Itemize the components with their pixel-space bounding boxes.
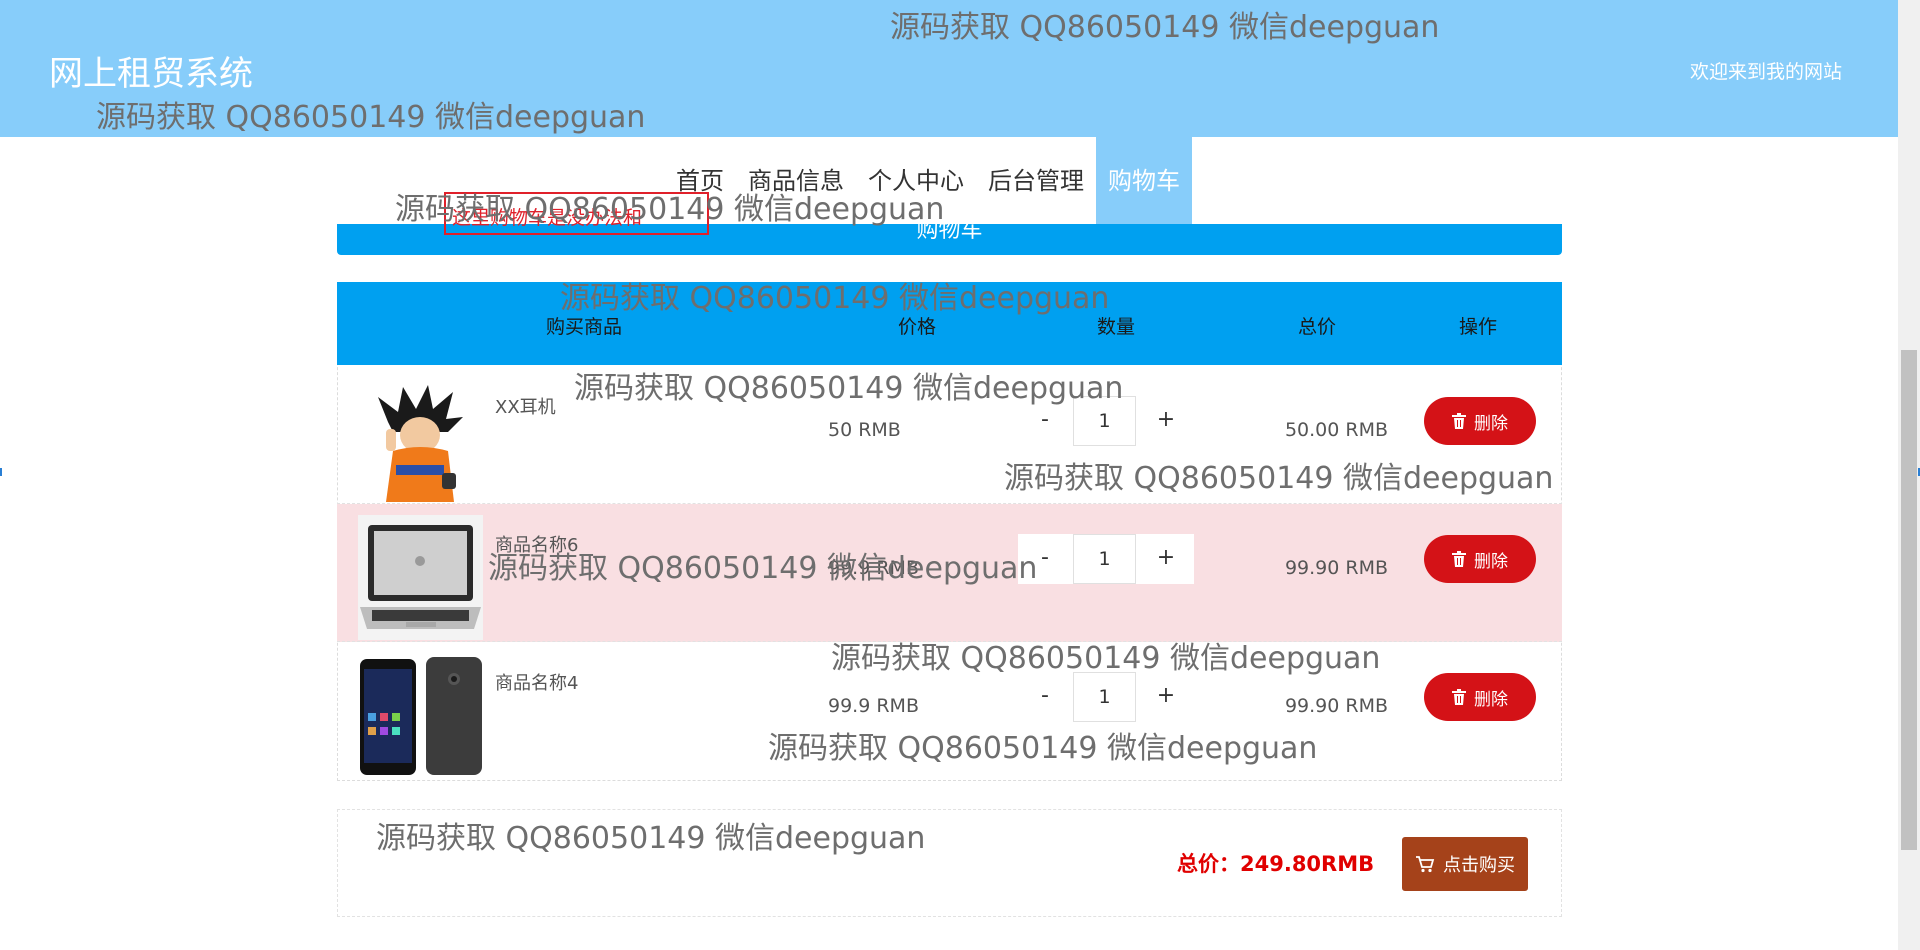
watermark-text: 源码获取 QQ86050149 微信deepguan — [574, 371, 1124, 406]
nav-cart[interactable]: 购物车 — [1096, 137, 1192, 225]
header-total: 总价 — [1298, 316, 1337, 338]
product-name[interactable]: 商品名称4 — [495, 669, 578, 695]
delete-button[interactable]: 删除 — [1424, 673, 1536, 721]
trash-icon — [1452, 689, 1466, 705]
quantity-plus-button[interactable]: + — [1138, 672, 1194, 722]
delete-label: 删除 — [1474, 551, 1508, 572]
watermark-text: 源码获取 QQ86050149 微信deepguan — [488, 551, 1038, 586]
grand-total: 总价：249.80RMB — [1177, 852, 1375, 876]
row-total: 50.00 RMB — [1284, 419, 1388, 441]
quantity-plus-button[interactable]: + — [1138, 396, 1194, 446]
watermark-text: 源码获取 QQ86050149 微信deepguan — [560, 281, 1110, 316]
trash-icon — [1452, 413, 1466, 429]
site-title: 网上租贸系统 — [49, 54, 253, 94]
scrollbar-thumb[interactable] — [1901, 350, 1917, 850]
buy-label: 点击购买 — [1443, 855, 1515, 876]
quantity-plus-button[interactable]: + — [1138, 534, 1194, 584]
welcome-text: 欢迎来到我的网站 — [1689, 61, 1842, 83]
watermark-text: 源码获取 QQ86050149 微信deepguan — [96, 100, 646, 135]
row-total: 99.90 RMB — [1284, 695, 1388, 717]
buy-button[interactable]: 点击购买 — [1402, 837, 1528, 891]
delete-button[interactable]: 删除 — [1424, 535, 1536, 583]
product-price: 99.9 RMB — [828, 695, 919, 717]
nav-admin[interactable]: 后台管理 — [976, 137, 1096, 225]
product-name[interactable]: XX耳机 — [495, 393, 556, 419]
row-divider — [337, 503, 1562, 504]
quantity-input[interactable]: 1 — [1073, 534, 1136, 584]
delete-label: 删除 — [1474, 689, 1508, 710]
row-total: 99.90 RMB — [1284, 557, 1388, 579]
product-image-laptop — [358, 515, 483, 640]
product-image-smartphones — [358, 653, 483, 778]
watermark-text: 源码获取 QQ86050149 微信deepguan — [395, 192, 945, 227]
watermark-text: 源码获取 QQ86050149 微信deepguan — [376, 821, 926, 856]
header-action: 操作 — [1459, 316, 1498, 338]
quantity-minus-button[interactable]: - — [1018, 672, 1072, 722]
watermark-text: 源码获取 QQ86050149 微信deepguan — [1004, 461, 1554, 496]
watermark-text: 源码获取 QQ86050149 微信deepguan — [831, 641, 1381, 676]
trash-icon — [1452, 551, 1466, 567]
watermark-text: 源码获取 QQ86050149 微信deepguan — [890, 10, 1440, 45]
product-price: 50 RMB — [828, 419, 901, 441]
cart-icon — [1416, 856, 1435, 873]
quantity-stepper: - 1 + — [1018, 534, 1194, 584]
delete-button[interactable]: 删除 — [1424, 397, 1536, 445]
product-image-goku — [358, 377, 483, 502]
watermark-text: 源码获取 QQ86050149 微信deepguan — [768, 731, 1318, 766]
quantity-stepper: - 1 + — [1018, 672, 1194, 722]
quantity-input[interactable]: 1 — [1073, 672, 1136, 722]
delete-label: 删除 — [1474, 413, 1508, 434]
edge-marker-left — [0, 468, 2, 476]
